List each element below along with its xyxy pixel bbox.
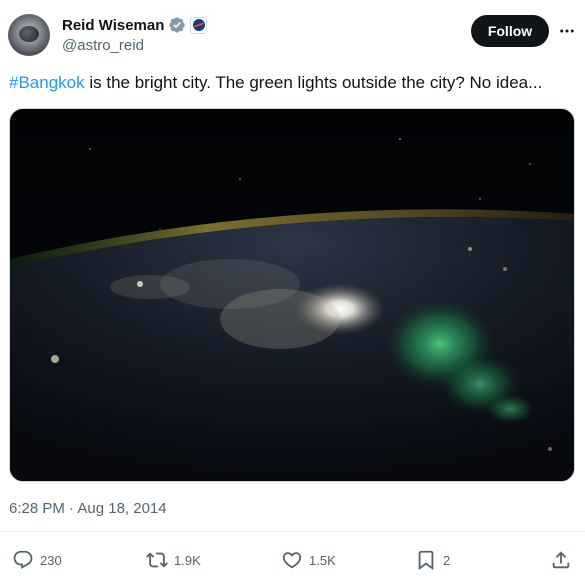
earth-at-night-photo bbox=[10, 109, 574, 481]
like-count: 1.5K bbox=[309, 552, 336, 568]
nasa-badge-icon bbox=[190, 16, 208, 34]
reply-count: 230 bbox=[40, 552, 62, 568]
heart-icon bbox=[282, 552, 302, 569]
reply-button[interactable]: 230 bbox=[12, 542, 62, 578]
tweet-header: Reid Wiseman @astro_reid Follow bbox=[0, 0, 585, 66]
follow-button[interactable]: Follow bbox=[471, 15, 549, 47]
divider bbox=[0, 531, 585, 532]
astronaut-visor-icon bbox=[19, 26, 39, 42]
share-icon bbox=[552, 551, 570, 569]
share-button[interactable] bbox=[550, 542, 572, 578]
bookmark-button[interactable]: 2 bbox=[415, 542, 450, 578]
repost-icon bbox=[146, 552, 168, 568]
like-button[interactable]: 1.5K bbox=[281, 542, 336, 578]
reply-icon bbox=[13, 550, 33, 569]
author-handle[interactable]: @astro_reid bbox=[62, 37, 144, 54]
more-icon[interactable] bbox=[556, 20, 578, 42]
bookmark-icon bbox=[418, 550, 434, 571]
tweet-body: is the bright city. The green lights out… bbox=[84, 73, 543, 92]
action-bar: 230 1.9K 1.5K 2 bbox=[0, 542, 585, 578]
hashtag-link[interactable]: #Bangkok bbox=[9, 73, 85, 92]
repost-button[interactable]: 1.9K bbox=[146, 542, 201, 578]
author-name[interactable]: Reid Wiseman bbox=[62, 17, 164, 34]
author-name-row: Reid Wiseman bbox=[62, 15, 208, 35]
avatar[interactable] bbox=[8, 14, 50, 56]
verified-badge-icon bbox=[169, 17, 186, 33]
tweet-text: #Bangkok is the bright city. The green l… bbox=[9, 73, 542, 93]
repost-count: 1.9K bbox=[174, 552, 201, 568]
tweet-photo[interactable] bbox=[9, 108, 575, 482]
tweet-timestamp[interactable]: 6:28 PM · Aug 18, 2014 bbox=[9, 500, 167, 517]
bookmark-count: 2 bbox=[443, 552, 451, 568]
